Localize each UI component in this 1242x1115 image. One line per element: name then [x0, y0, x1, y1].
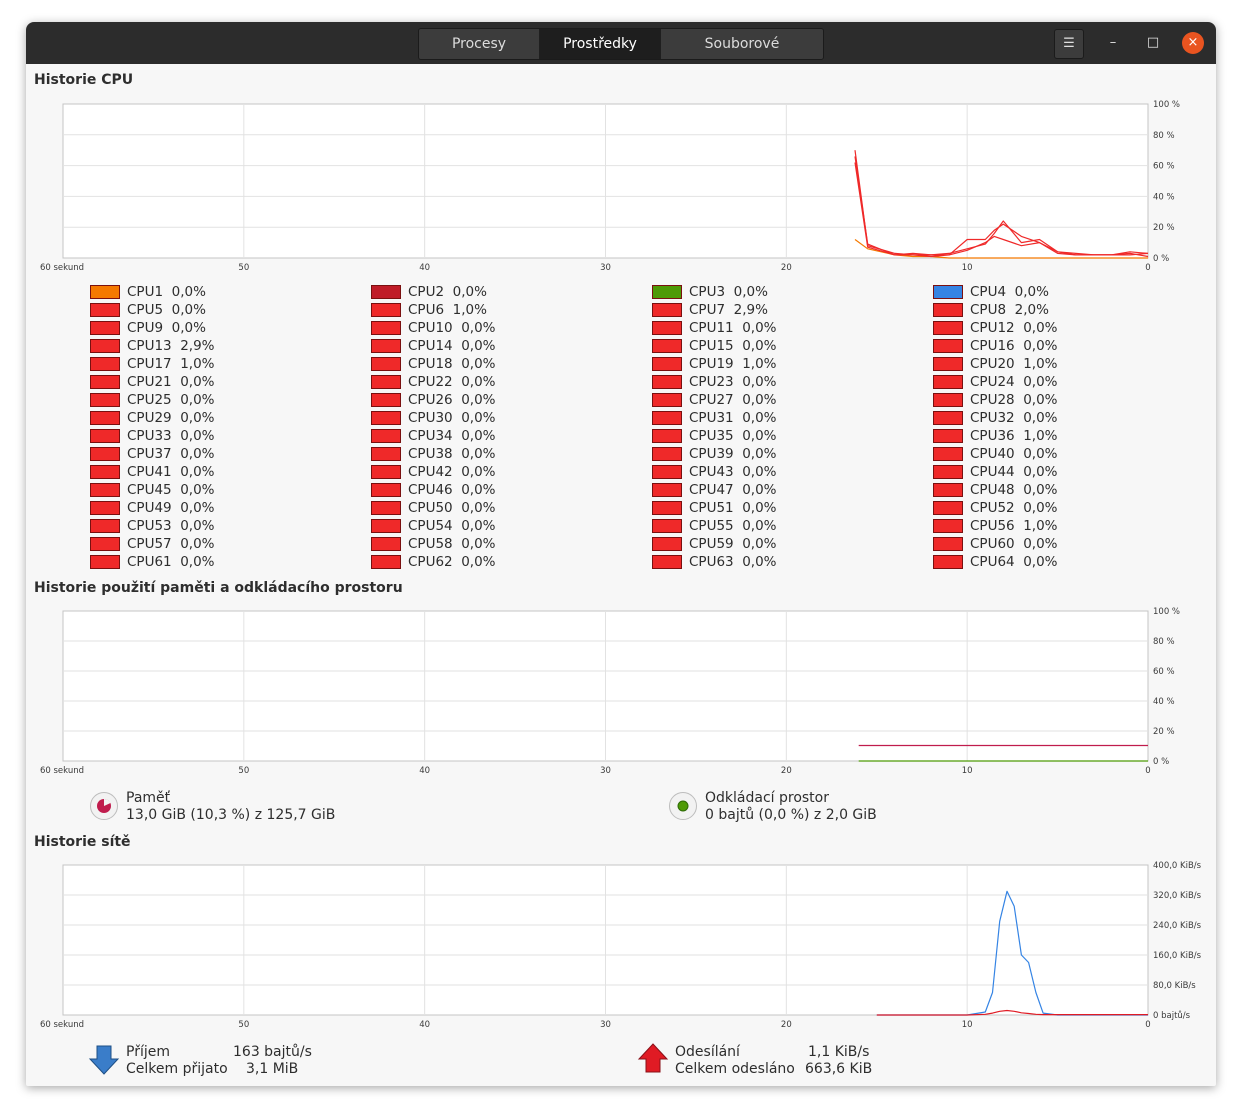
network-y-tick-label: 0 bajtů/s [1153, 1010, 1191, 1021]
network-x-tick-label: 50 [238, 1020, 249, 1030]
network-x-tick-label: 60 sekund [40, 1020, 84, 1030]
receive-total-label: Celkem přijato [126, 1061, 228, 1077]
network-y-tick-label: 320,0 KiB/s [1153, 891, 1202, 901]
receive-rate: 163 bajtů/s [233, 1044, 312, 1060]
system-monitor-window: Procesy Prostředky Souborové systémy ☰ –… [26, 22, 1216, 1086]
network-x-tick-label: 20 [781, 1020, 792, 1030]
send-total-label: Celkem odesláno [675, 1061, 795, 1077]
network-x-tick-label: 10 [962, 1020, 973, 1030]
receive-total: 3,1 MiB [246, 1061, 299, 1077]
network-x-tick-label: 30 [600, 1020, 611, 1030]
download-arrow-icon[interactable] [88, 1044, 120, 1076]
network-y-tick-label: 240,0 KiB/s [1153, 921, 1202, 931]
network-x-tick-label: 40 [419, 1020, 430, 1030]
send-label: Odesílání [675, 1044, 740, 1060]
upload-arrow-icon[interactable] [637, 1042, 669, 1074]
network-y-tick-label: 80,0 KiB/s [1153, 981, 1196, 991]
network-history-chart: 400,0 KiB/s 320,0 KiB/s 240,0 KiB/s 160,0 K… [40, 861, 1202, 1030]
network-x-tick-label: 0 [1145, 1020, 1150, 1030]
receive-label: Příjem [126, 1044, 170, 1060]
send-total: 663,6 KiB [805, 1061, 873, 1077]
network-y-tick-label: 160,0 KiB/s [1153, 951, 1202, 961]
send-rate: 1,1 KiB/s [808, 1044, 870, 1060]
network-y-tick-label: 400,0 KiB/s [1153, 861, 1202, 871]
